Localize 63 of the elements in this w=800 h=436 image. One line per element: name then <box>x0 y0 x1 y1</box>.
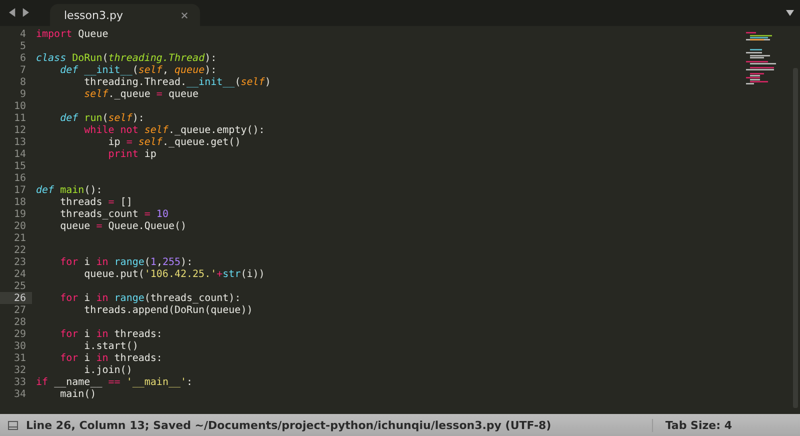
code-line: def __init__(self, queue): <box>59 64 217 76</box>
panel-icon[interactable] <box>8 420 18 430</box>
dropdown-arrow-icon[interactable] <box>786 10 794 16</box>
line-number: 17 <box>12 184 27 196</box>
line-number: 10 <box>12 100 27 112</box>
line-number: 30 <box>12 340 27 352</box>
line-number: 32 <box>12 364 27 376</box>
code-line: class DoRun(threading.Thread): <box>36 52 217 64</box>
line-number: 16 <box>12 172 27 184</box>
code-line: for i in threads: <box>59 352 162 364</box>
code-line: def main(): <box>36 184 102 196</box>
code-line: threading.Thread.__init__(self) <box>83 76 271 88</box>
code-line: self._queue = queue <box>83 88 199 100</box>
code-line: i.join() <box>83 364 132 376</box>
code-line: queue = Queue.Queue() <box>59 220 187 232</box>
line-number: 33 <box>12 376 27 388</box>
line-number: 25 <box>12 280 27 292</box>
code-line: threads = [] <box>59 196 132 208</box>
code-line: for i in range(threads_count): <box>59 292 241 304</box>
line-number: 26 <box>12 292 27 304</box>
line-number: 6 <box>18 52 27 64</box>
line-number: 22 <box>12 244 27 256</box>
tab-size-selector[interactable]: Tab Size: 4 <box>652 418 732 432</box>
line-number: 20 <box>12 220 27 232</box>
line-number: 18 <box>12 196 27 208</box>
status-message: Line 26, Column 13; Saved ~/Documents/project-python/ichunqiu/lesson3.py (UTF-8) <box>26 418 552 432</box>
line-number: 27 <box>12 304 27 316</box>
code-line: ip = self._queue.get() <box>107 136 241 148</box>
forward-arrow-icon[interactable] <box>22 8 29 17</box>
code-line: main() <box>59 388 96 400</box>
line-number: 5 <box>18 40 27 52</box>
line-number: 24 <box>12 268 27 280</box>
code-line: for i in threads: <box>59 328 162 340</box>
file-tab[interactable]: lesson3.py <box>50 4 200 26</box>
tab-label: lesson3.py <box>64 8 123 22</box>
line-number: 34 <box>12 388 27 400</box>
code-line: for i in range(1,255): <box>59 256 193 268</box>
code-line: if __name__ == '__main__': <box>36 376 193 388</box>
line-number: 12 <box>12 124 27 136</box>
code-line: while not self._queue.empty(): <box>83 124 265 136</box>
line-number: 21 <box>12 232 27 244</box>
code-line: def run(self): <box>59 112 144 124</box>
code-line: threads.append(DoRun(queue)) <box>83 304 253 316</box>
code-line: queue.put('106.42.25.'+str(i)) <box>83 268 265 280</box>
code-line: threads_count = 10 <box>59 208 168 220</box>
line-number: 11 <box>12 112 27 124</box>
line-number: 14 <box>12 148 27 160</box>
line-number: 23 <box>12 256 27 268</box>
line-number: 15 <box>12 160 27 172</box>
line-number: 8 <box>18 76 27 88</box>
line-number: 31 <box>12 352 27 364</box>
line-number: 9 <box>18 88 27 100</box>
line-number: 29 <box>12 328 27 340</box>
code-line: i.start() <box>83 340 138 352</box>
code-line: import Queue <box>36 28 108 40</box>
line-number: 19 <box>12 208 27 220</box>
line-number: 13 <box>12 136 27 148</box>
line-number: 7 <box>18 64 27 76</box>
line-number: 4 <box>18 28 27 40</box>
close-icon[interactable] <box>181 12 188 18</box>
back-arrow-icon[interactable] <box>9 8 16 17</box>
line-number: 28 <box>12 316 27 328</box>
code-line: print ip <box>107 148 156 160</box>
